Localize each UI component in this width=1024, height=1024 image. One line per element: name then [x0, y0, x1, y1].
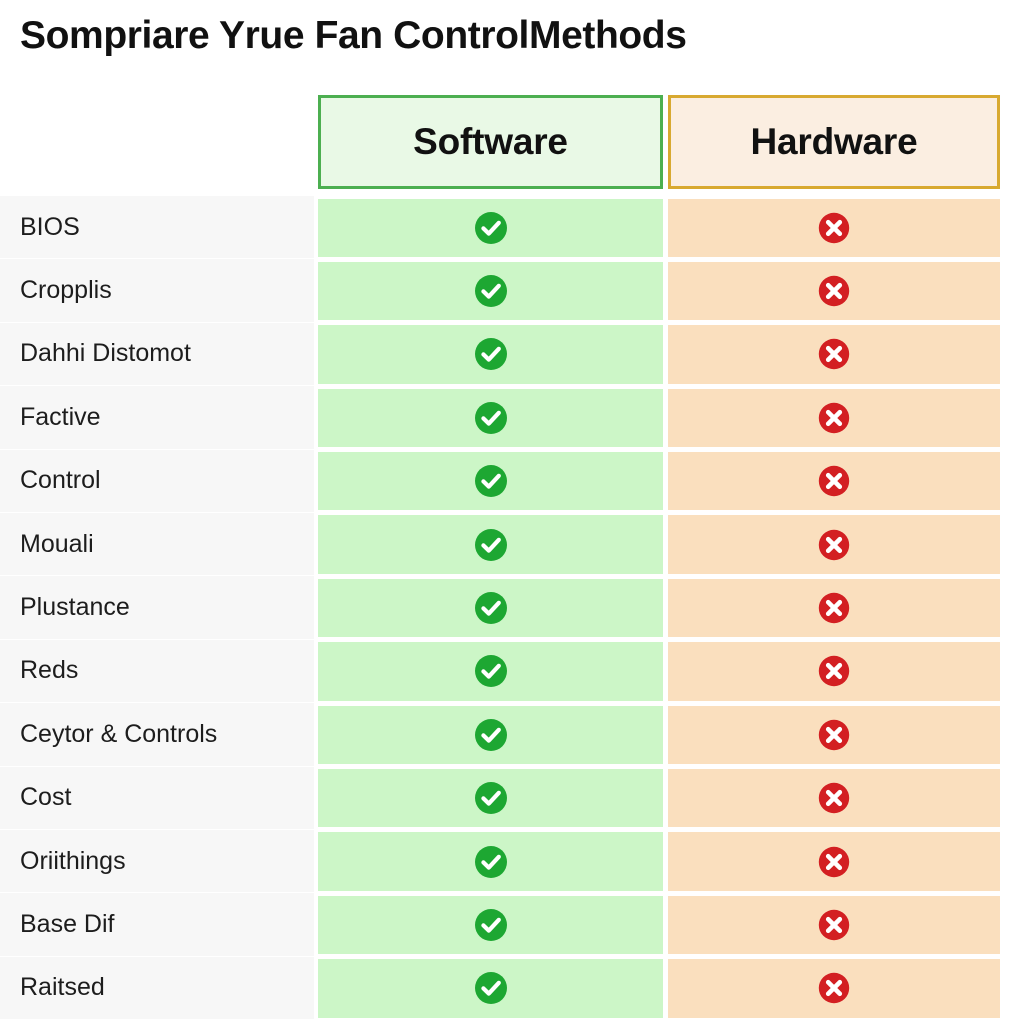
- row-label-cell: Reds: [0, 639, 314, 704]
- cross-circle-icon: [818, 339, 850, 370]
- cross-circle-icon: [818, 275, 850, 307]
- check-circle-icon: [474, 528, 507, 561]
- hardware-cell-unsupported: [668, 325, 1000, 384]
- table-row: Mouali: [0, 512, 1024, 577]
- cross-circle-icon: [818, 656, 850, 687]
- row-label-cell: BIOS: [0, 196, 314, 260]
- table-row: Raitsed: [0, 956, 1024, 1021]
- hardware-cell-unsupported: [668, 388, 1000, 448]
- check-circle-icon: [474, 655, 507, 688]
- cross-circle-icon: [818, 592, 850, 624]
- check-circle-icon: [474, 718, 507, 751]
- page-title: Sompriare Yrue Fan ControlMethods: [20, 14, 687, 57]
- check-circle-icon: [474, 782, 507, 815]
- row-label-cell: Cost: [0, 766, 314, 830]
- hardware-cell-unsupported: [668, 578, 1000, 638]
- software-cell-supported: [318, 578, 663, 638]
- row-label-cell: Oriithings: [0, 829, 314, 894]
- comparison-table-page: Sompriare Yrue Fan ControlMethods Softwa…: [0, 0, 1024, 1024]
- row-label-cell: Base Dif: [0, 893, 314, 957]
- cross-circle-icon: [818, 466, 850, 497]
- software-cell-supported: [318, 325, 663, 384]
- cross-circle-icon: [818, 212, 850, 243]
- hardware-cell-unsupported: [668, 705, 1000, 765]
- check-circle-icon: [474, 211, 507, 244]
- hardware-cell-unsupported: [668, 515, 1000, 574]
- table-row: Control: [0, 449, 1024, 513]
- table-row: Plustance: [0, 576, 1024, 640]
- cross-circle-icon: [818, 783, 850, 814]
- hardware-cell-unsupported: [668, 832, 1000, 891]
- comparison-table: Software Hardware BIOS Cropplis Dahhi Dist…: [0, 92, 1024, 1024]
- check-circle-icon: [474, 338, 507, 371]
- cross-circle-icon: [818, 719, 850, 751]
- row-label-cell: Raitsed: [0, 956, 314, 1021]
- hardware-cell-unsupported: [668, 452, 1000, 511]
- software-cell-supported: [318, 515, 663, 574]
- table-row: Oriithings: [0, 829, 1024, 894]
- check-circle-icon: [474, 465, 507, 498]
- row-label-cell: Mouali: [0, 512, 314, 577]
- software-cell-supported: [318, 705, 663, 765]
- table-row: Reds: [0, 639, 1024, 704]
- check-circle-icon: [474, 401, 507, 434]
- row-label-cell: Ceytor & Controls: [0, 703, 314, 767]
- row-label-cell: Plustance: [0, 576, 314, 640]
- row-label-cell: Factive: [0, 386, 314, 450]
- column-header-hardware[interactable]: Hardware: [668, 95, 1000, 189]
- software-cell-supported: [318, 832, 663, 891]
- table-header-corner-cell: [0, 92, 314, 196]
- column-header-software[interactable]: Software: [318, 95, 663, 189]
- software-cell-supported: [318, 198, 663, 257]
- hardware-cell-unsupported: [668, 261, 1000, 321]
- software-cell-supported: [318, 769, 663, 828]
- hardware-cell-unsupported: [668, 769, 1000, 828]
- table-header-row: Software Hardware: [0, 92, 1024, 196]
- cross-circle-icon: [818, 402, 850, 434]
- software-cell-supported: [318, 261, 663, 321]
- row-label-cell: Cropplis: [0, 259, 314, 323]
- hardware-cell-unsupported: [668, 198, 1000, 257]
- check-circle-icon: [474, 972, 507, 1005]
- check-circle-icon: [474, 592, 507, 625]
- check-circle-icon: [474, 275, 507, 308]
- hardware-cell-unsupported: [668, 959, 1000, 1018]
- cross-circle-icon: [818, 846, 850, 877]
- row-label-cell: Control: [0, 449, 314, 513]
- software-cell-supported: [318, 895, 663, 955]
- software-cell-supported: [318, 388, 663, 448]
- row-label-cell: Dahhi Distomot: [0, 322, 314, 387]
- table-row: Base Dif: [0, 893, 1024, 957]
- table-row: Ceytor & Controls: [0, 703, 1024, 767]
- hardware-cell-unsupported: [668, 895, 1000, 955]
- cross-circle-icon: [818, 973, 850, 1004]
- software-cell-supported: [318, 642, 663, 701]
- cross-circle-icon: [818, 529, 850, 560]
- check-circle-icon: [474, 845, 507, 878]
- table-row: Cost: [0, 766, 1024, 830]
- software-cell-supported: [318, 959, 663, 1018]
- table-row: BIOS: [0, 196, 1024, 260]
- table-row: Cropplis: [0, 259, 1024, 323]
- cross-circle-icon: [818, 909, 850, 941]
- table-row: Factive: [0, 386, 1024, 450]
- hardware-cell-unsupported: [668, 642, 1000, 701]
- table-row: Dahhi Distomot: [0, 322, 1024, 387]
- check-circle-icon: [474, 908, 507, 941]
- table-body: BIOS Cropplis Dahhi Distomot Factive Control…: [0, 196, 1024, 1024]
- software-cell-supported: [318, 452, 663, 511]
